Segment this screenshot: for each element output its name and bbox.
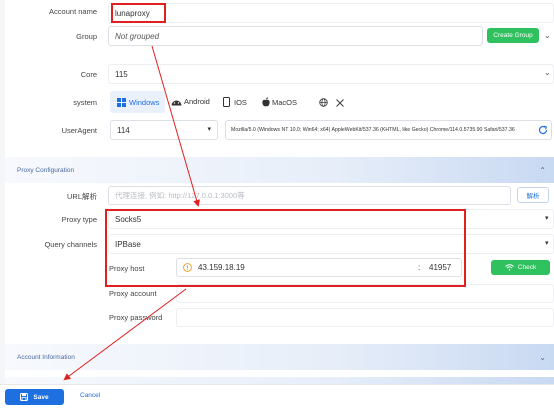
annotation-arrows	[63, 45, 200, 381]
annotation-arrow-to-save	[63, 288, 187, 381]
annotation-arrow-to-proxy	[151, 45, 200, 207]
